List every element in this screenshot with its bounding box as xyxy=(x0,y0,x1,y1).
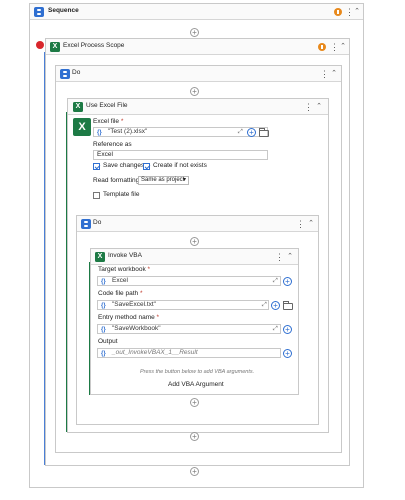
invoke-vba-header[interactable]: X Invoke VBA ⋮ ⌃ xyxy=(91,249,298,265)
save-changes-checkbox[interactable] xyxy=(93,163,100,170)
use-excel-icon: X xyxy=(73,102,83,112)
code-file-expand-icon[interactable]: ⤢ xyxy=(262,301,267,309)
template-file-checkbox[interactable] xyxy=(93,192,100,199)
sequence-title: Sequence xyxy=(48,7,79,14)
do-outer-add-bottom-plus-icon[interactable]: + xyxy=(190,432,199,441)
do-inner-add-top-plus-icon[interactable]: + xyxy=(190,237,199,246)
sequence-collapse-icon[interactable]: ⌃ xyxy=(353,7,361,17)
scope-header[interactable]: X Excel Process Scope ⋮ ⌃ xyxy=(46,39,349,55)
template-file-label: Template file xyxy=(103,191,140,198)
output-field[interactable]: {} _out_InvokeVBAX_1__Result xyxy=(97,348,281,358)
target-workbook-label: Target workbook * xyxy=(98,266,151,273)
code-file-label: Code file path * xyxy=(98,290,143,297)
warning-icon[interactable] xyxy=(334,8,342,16)
scope-title: Excel Process Scope xyxy=(63,42,125,49)
entry-method-add-icon[interactable]: + xyxy=(283,325,292,334)
read-formatting-value: Same as project xyxy=(141,177,185,183)
create-if-not-exists-label: Create if not exists xyxy=(153,162,207,169)
do-inner-collapse-icon[interactable]: ⌃ xyxy=(307,219,315,229)
add-arguments-hint: Press the button below to add VBA argume… xyxy=(140,369,255,375)
scope-collapse-icon[interactable]: ⌃ xyxy=(339,42,347,52)
invoke-vba-collapse-icon[interactable]: ⌃ xyxy=(286,252,294,262)
entry-method-value: "SaveWorkbook" xyxy=(112,325,161,332)
target-workbook-brace-icon: {} xyxy=(101,279,106,285)
do-inner-menu-icon[interactable]: ⋮ xyxy=(296,219,305,229)
code-file-field[interactable]: {} "SaveExcel.txt" ⤢ xyxy=(97,300,269,310)
create-if-not-exists-checkbox[interactable] xyxy=(143,163,150,170)
do-outer-header[interactable]: Do ⋮ ⌃ xyxy=(56,66,341,82)
save-changes-label: Save changes xyxy=(103,162,145,169)
do-inner-add-bottom-plus-icon[interactable]: + xyxy=(190,398,199,407)
reference-label: Reference as xyxy=(93,141,132,148)
output-add-icon[interactable]: + xyxy=(283,349,292,358)
scope-menu-icon[interactable]: ⋮ xyxy=(330,42,339,52)
breakpoint-icon[interactable] xyxy=(36,41,44,49)
read-formatting-label: Read formatting xyxy=(93,177,140,184)
use-excel-collapse-icon[interactable]: ⌃ xyxy=(315,102,323,112)
invoke-vba-menu-icon[interactable]: ⋮ xyxy=(275,252,284,262)
use-excel-menu-icon[interactable]: ⋮ xyxy=(304,102,313,112)
do-outer-add-top-plus-icon[interactable]: + xyxy=(190,87,199,96)
invoke-vba-excel-icon: X xyxy=(95,252,105,262)
expression-brace-icon: {} xyxy=(97,130,102,136)
target-workbook-value: Excel xyxy=(112,277,128,284)
excel-file-expand-icon[interactable]: ⤢ xyxy=(238,128,243,136)
excel-large-icon: X xyxy=(73,118,91,136)
output-value: _out_InvokeVBAX_1__Result xyxy=(112,349,198,356)
do-inner-sequence-icon xyxy=(81,219,91,229)
add-vba-argument-button[interactable]: Add VBA Argument xyxy=(168,381,224,388)
reference-field[interactable]: Excel xyxy=(93,150,268,160)
add-activity-plus-icon[interactable]: + xyxy=(190,28,199,37)
scope-warning-icon[interactable] xyxy=(318,43,326,51)
excel-file-field[interactable]: {} "Test (2).xlsx" ⤢ xyxy=(93,127,268,137)
entry-method-label: Entry method name * xyxy=(98,314,160,321)
code-file-brace-icon: {} xyxy=(101,303,106,309)
sequence-header[interactable]: Sequence ⋮ ⌃ xyxy=(30,4,363,20)
do-inner-header[interactable]: Do ⋮ ⌃ xyxy=(77,216,318,232)
do-outer-title: Do xyxy=(72,69,81,76)
do-outer-sequence-icon xyxy=(60,69,70,79)
entry-method-expand-icon[interactable]: ⤢ xyxy=(273,325,278,333)
sequence-icon xyxy=(34,7,44,17)
entry-method-brace-icon: {} xyxy=(101,327,106,333)
do-outer-collapse-icon[interactable]: ⌃ xyxy=(330,69,338,79)
invoke-vba-title: Invoke VBA xyxy=(108,252,142,259)
output-label: Output xyxy=(98,338,118,345)
code-file-add-icon[interactable]: + xyxy=(271,301,280,310)
excel-file-add-icon[interactable]: + xyxy=(247,128,256,137)
excel-file-value: "Test (2).xlsx" xyxy=(108,128,148,135)
target-workbook-expand-icon[interactable]: ⤢ xyxy=(273,277,278,285)
chevron-down-icon: ▾ xyxy=(182,177,186,183)
read-formatting-select[interactable]: Same as project ▾ xyxy=(138,176,189,185)
use-excel-header[interactable]: X Use Excel File ⋮ ⌃ xyxy=(68,99,328,115)
code-file-value: "SaveExcel.txt" xyxy=(112,301,156,308)
excel-file-label: Excel file * xyxy=(93,118,124,125)
sequence-add-bottom-plus-icon[interactable]: + xyxy=(190,467,199,476)
sequence-menu-icon[interactable]: ⋮ xyxy=(345,7,354,17)
use-excel-title: Use Excel File xyxy=(86,102,128,109)
target-workbook-field[interactable]: {} Excel ⤢ xyxy=(97,276,281,286)
excel-icon: X xyxy=(50,42,60,52)
do-inner-title: Do xyxy=(93,219,102,226)
do-outer-menu-icon[interactable]: ⋮ xyxy=(320,69,329,79)
code-file-browse-icon[interactable] xyxy=(283,301,293,310)
target-workbook-add-icon[interactable]: + xyxy=(283,277,292,286)
entry-method-field[interactable]: {} "SaveWorkbook" ⤢ xyxy=(97,324,281,334)
excel-file-browse-icon[interactable] xyxy=(259,128,269,137)
reference-value: Excel xyxy=(97,151,113,158)
output-brace-icon: {} xyxy=(101,351,106,357)
